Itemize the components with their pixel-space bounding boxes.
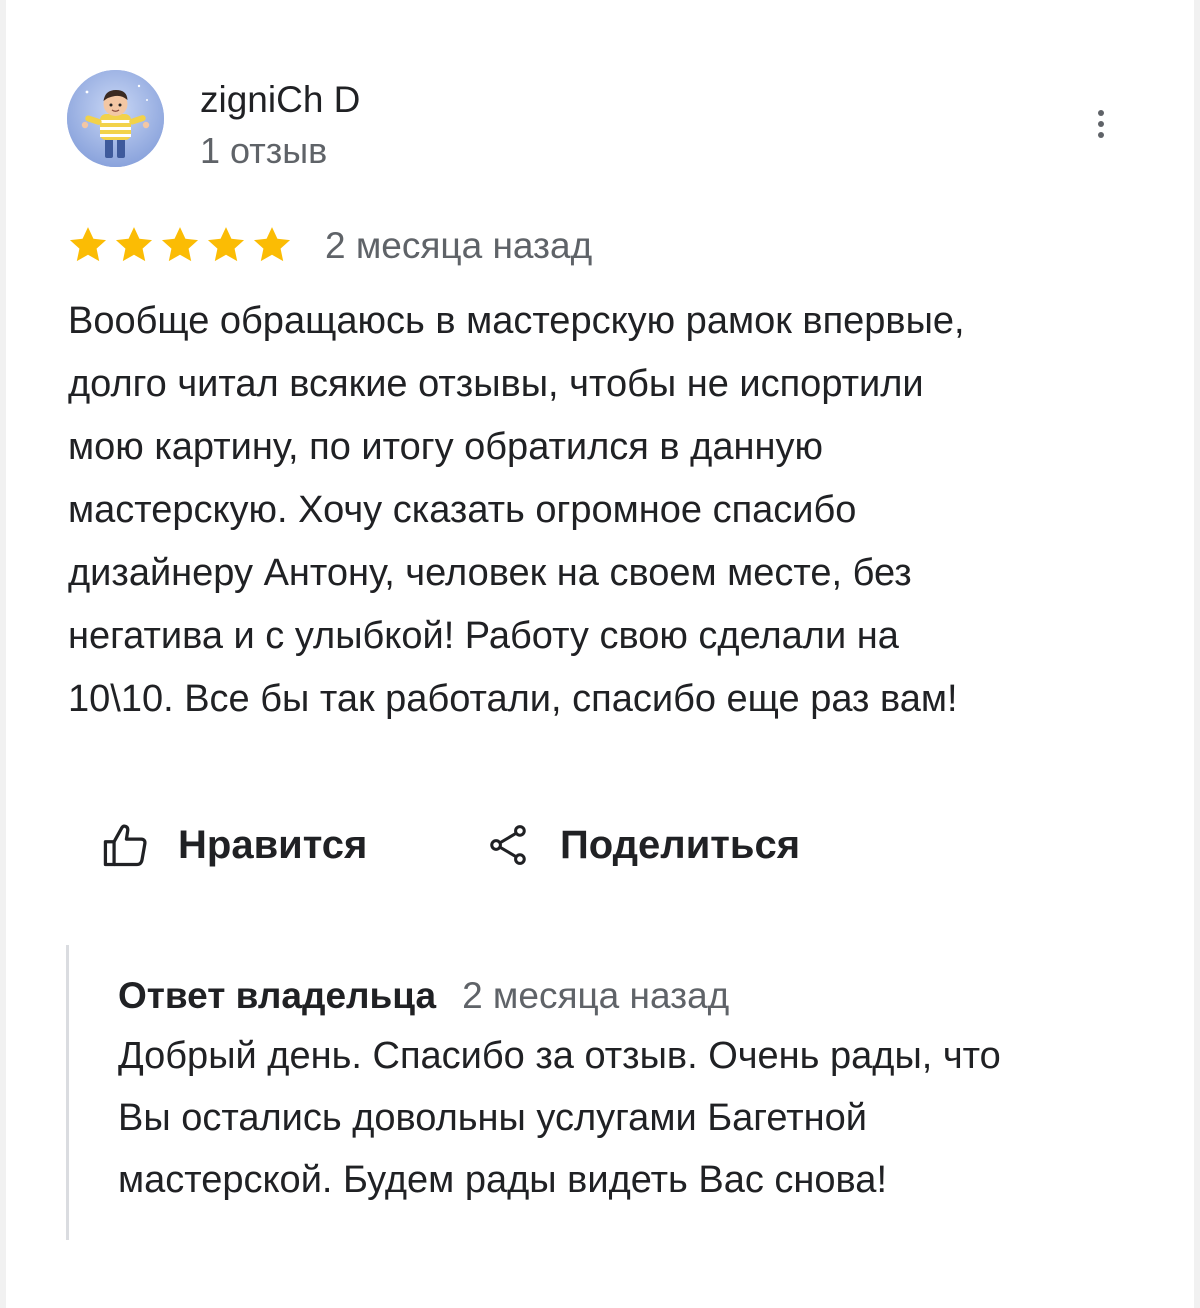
share-label: Поделиться <box>560 823 801 867</box>
like-label: Нравится <box>178 823 368 867</box>
cartoon-boy-avatar-icon <box>67 70 164 167</box>
author-review-count: 1 отзыв <box>200 130 328 171</box>
review-date: 2 месяца назад <box>325 225 593 266</box>
star-icon <box>253 227 291 262</box>
owner-reply-title: Ответ владельца <box>118 975 437 1016</box>
owner-reply-divider <box>66 945 69 1240</box>
rating-stars <box>66 224 294 266</box>
review-card: zigniCh D 1 отзыв 2 месяца назад Вообще … <box>0 0 1200 1308</box>
owner-reply-text: Добрый день. Спасибо за отзыв. Очень рад… <box>118 1035 1001 1201</box>
star-icon <box>161 227 199 262</box>
share-icon <box>490 825 526 865</box>
avatar[interactable] <box>67 70 164 167</box>
star-icon <box>207 227 245 262</box>
review-text: Вообще обращаюсь в мастерскую рамок впер… <box>68 300 965 720</box>
star-icon <box>69 227 107 262</box>
share-button[interactable]: Поделиться <box>482 815 800 875</box>
star-icon <box>115 227 153 262</box>
owner-reply-date: 2 месяца назад <box>462 975 730 1016</box>
author-name[interactable]: zigniCh D <box>200 78 360 122</box>
left-edge-shadow <box>0 0 6 1308</box>
more-vert-icon[interactable] <box>1086 100 1116 148</box>
right-edge-shadow <box>1194 0 1200 1308</box>
owner-reply-header: Ответ владельца 2 месяца назад <box>118 975 729 1021</box>
thumb-up-icon <box>103 824 147 867</box>
like-button[interactable]: Нравится <box>100 815 367 875</box>
